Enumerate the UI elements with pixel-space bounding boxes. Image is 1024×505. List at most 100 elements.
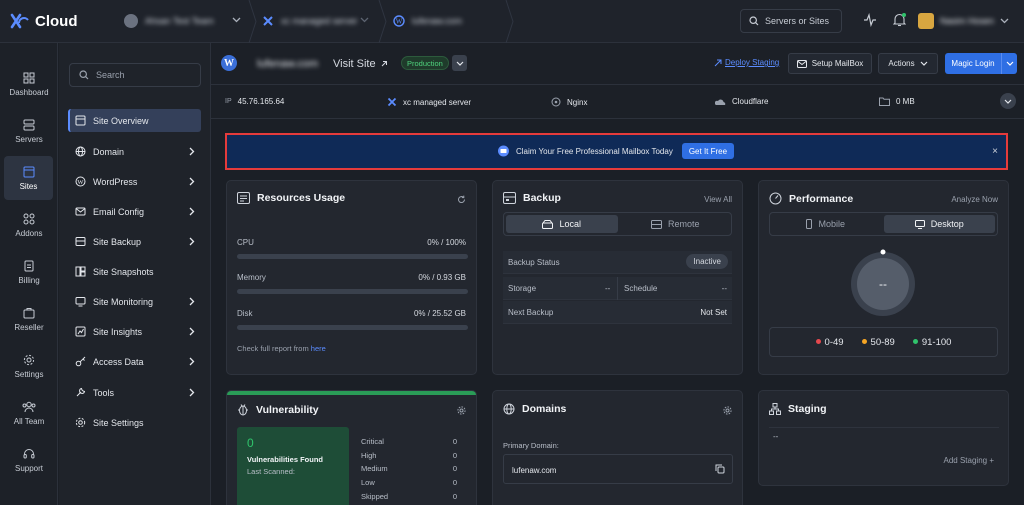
breadcrumb-team-label: Ahsan Test Team	[145, 16, 214, 26]
site-info-strip: IP 45.76.165.64 xc managed server Nginx …	[211, 85, 1024, 119]
user-avatar	[918, 13, 934, 29]
rail-label-support: Support	[14, 463, 44, 473]
user-menu[interactable]: Nasim Hosen	[918, 10, 1016, 32]
rail-item-billing[interactable]: Billing	[0, 250, 58, 294]
rail-item-sites[interactable]: Sites	[4, 156, 53, 200]
vulnerabilities-found-label: Vulnerabilities Found	[247, 455, 323, 464]
chevron-down-icon	[1000, 18, 1009, 24]
menu-item-site-snapshots[interactable]: Site Snapshots	[68, 260, 201, 283]
menu-search-input[interactable]: Search	[69, 63, 201, 87]
memory-label: Memory	[237, 273, 266, 282]
svg-text:W: W	[77, 179, 84, 186]
schedule-value: --	[721, 284, 727, 293]
menu-item-site-backup[interactable]: Site Backup	[68, 230, 201, 253]
activity-icon[interactable]	[864, 13, 876, 27]
menu-item-site-insights[interactable]: Site Insights	[68, 320, 201, 343]
disk-progress-bar	[237, 325, 468, 330]
setup-mailbox-label: Setup MailBox	[811, 59, 864, 68]
menu-item-wordpress[interactable]: W WordPress	[68, 170, 201, 193]
rail-label-all-team: All Team	[13, 416, 45, 426]
close-icon[interactable]: ×	[992, 146, 998, 157]
top-bar: Cloud Ahsan Test Team xc managed server …	[0, 0, 1024, 43]
menu-item-domain[interactable]: Domain	[68, 140, 201, 163]
backup-tab-local[interactable]: Local	[506, 215, 618, 233]
breadcrumb-team[interactable]: Ahsan Test Team	[124, 0, 244, 42]
actions-dropdown-button[interactable]: Actions	[878, 53, 938, 74]
full-report-link[interactable]: here	[311, 344, 326, 353]
menu-item-site-settings[interactable]: Site Settings	[68, 411, 201, 434]
gear-icon[interactable]	[457, 406, 466, 415]
support-headset-icon	[23, 448, 35, 460]
rail-item-settings[interactable]: Settings	[0, 344, 58, 388]
gear-icon[interactable]	[723, 406, 732, 415]
analyze-now-button[interactable]: Analyze Now	[951, 195, 998, 204]
device-tab-mobile-label: Mobile	[818, 219, 845, 229]
primary-domain-value: lufenaw.com	[512, 466, 557, 475]
backup-title: Backup	[523, 192, 561, 204]
web-server: Nginx	[551, 97, 587, 107]
site-side-menu: Search Site Overview Domain W WordPress …	[59, 43, 211, 505]
menu-item-access-data[interactable]: Access Data	[68, 350, 201, 373]
chevron-down-icon[interactable]	[1001, 53, 1017, 74]
expand-info-button[interactable]	[1000, 93, 1016, 109]
environment-dropdown[interactable]	[452, 55, 467, 71]
rail-item-addons[interactable]: Addons	[0, 203, 58, 247]
vulnerability-title: Vulnerability	[256, 403, 319, 416]
brand-logo[interactable]: Cloud	[10, 11, 78, 31]
device-tab-desktop[interactable]: Desktop	[883, 215, 995, 233]
breadcrumb-site-label: lufenaw.com	[412, 16, 463, 26]
chevron-right-icon	[189, 388, 195, 397]
disk-value: 0% / 25.52 GB	[413, 309, 466, 318]
domains-title: Domains	[522, 403, 567, 415]
performance-score: --	[879, 277, 887, 291]
vulnerability-card: Vulnerability 0 Vulnerabilities Found La…	[226, 390, 477, 505]
next-backup-label: Next Backup	[508, 308, 554, 317]
deploy-staging-link[interactable]: Deploy Staging	[714, 58, 779, 67]
notification-bell-icon[interactable]	[893, 13, 906, 27]
menu-item-tools[interactable]: Tools	[68, 381, 201, 404]
rail-label-billing: Billing	[18, 275, 40, 285]
breadcrumb-server[interactable]: xc managed server	[262, 0, 372, 42]
rail-item-support[interactable]: Support	[0, 438, 58, 482]
breadcrumb-site[interactable]: W lufenaw.com	[393, 0, 503, 42]
settings-icon	[23, 354, 35, 366]
rail-item-reseller[interactable]: Reseller	[0, 297, 58, 341]
backup-status-row: Backup Status Inactive	[503, 251, 732, 274]
add-staging-button[interactable]: Add Staging +	[944, 456, 994, 465]
cdn-value: Cloudflare	[732, 97, 769, 106]
magic-login-button[interactable]: Magic Login	[945, 53, 1017, 74]
menu-label: Access Data	[93, 356, 144, 367]
setup-mailbox-button[interactable]: Setup MailBox	[788, 53, 872, 74]
vuln-value: 0	[452, 464, 457, 473]
menu-item-site-monitoring[interactable]: Site Monitoring	[68, 290, 201, 313]
desktop-icon	[914, 219, 925, 229]
staging-divider	[769, 427, 999, 428]
wordpress-icon: W	[221, 55, 237, 71]
disk-label: Disk	[237, 309, 253, 318]
deploy-staging-label: Deploy Staging	[725, 58, 780, 67]
disk-usage: 0 MB	[879, 97, 915, 106]
site-name: lufenaw.com	[257, 58, 319, 70]
device-tab-desktop-label: Desktop	[930, 219, 964, 229]
legend-dot-poor	[815, 339, 821, 345]
legend-good: 91-100	[912, 337, 951, 348]
get-it-free-button[interactable]: Get It Free	[681, 143, 735, 159]
vuln-row-critical: Critical 0	[361, 437, 457, 446]
menu-item-email-config[interactable]: Email Config	[68, 200, 201, 223]
next-backup-row: Next Backup Not Set	[503, 301, 732, 324]
menu-item-site-overview[interactable]: Site Overview	[68, 109, 201, 132]
view-all-backups-link[interactable]: View All	[704, 195, 732, 204]
primary-domain-field: lufenaw.com	[503, 454, 733, 484]
device-tab-mobile[interactable]: Mobile	[770, 213, 882, 235]
rail-item-all-team[interactable]: All Team	[0, 391, 58, 435]
rail-item-servers[interactable]: Servers	[0, 109, 58, 153]
environment-badge: Production	[401, 56, 449, 70]
global-search-button[interactable]: Servers or Sites	[740, 9, 842, 33]
rail-item-dashboard[interactable]: Dashboard	[0, 62, 58, 106]
copy-icon[interactable]	[715, 464, 725, 474]
vulnerability-count: 0	[247, 436, 254, 450]
visit-site-link[interactable]: Visit Site	[333, 58, 388, 70]
server-x-icon	[387, 97, 397, 107]
backup-tab-remote[interactable]: Remote	[620, 213, 732, 235]
refresh-icon[interactable]	[457, 195, 466, 204]
